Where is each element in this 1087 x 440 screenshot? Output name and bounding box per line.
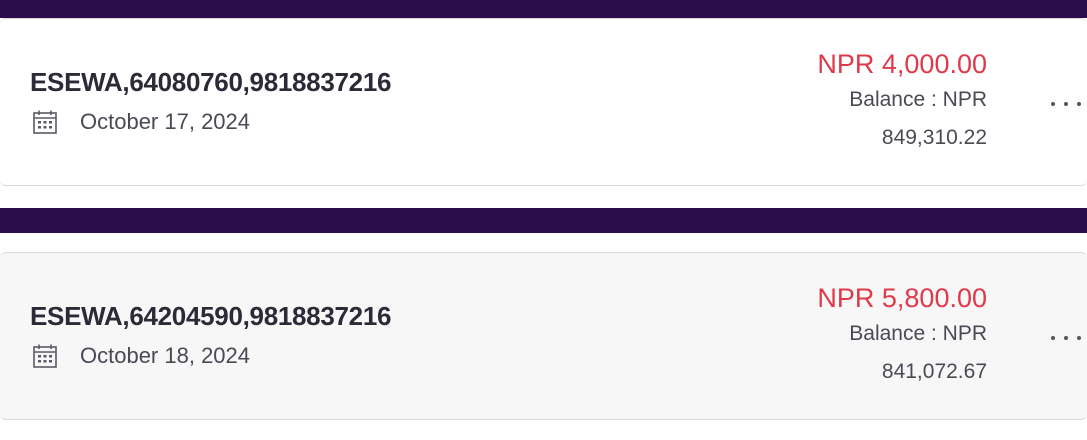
more-options-icon[interactable] [1051, 333, 1081, 343]
separator-band [0, 208, 1087, 233]
balance-label: Balance : NPR [849, 322, 987, 345]
transaction-card[interactable]: ESEWA,64080760,9818837216 October 17, 20… [0, 18, 1087, 186]
transaction-amount: NPR 4,000.00 [817, 49, 987, 79]
balance-value: 849,310.22 [881, 126, 987, 149]
more-options-icon[interactable] [1051, 99, 1081, 109]
header-band [0, 0, 1087, 18]
transaction-reference: ESEWA,64204590,9818837216 [30, 301, 392, 331]
transaction-date: October 18, 2024 [80, 343, 251, 368]
transaction-date-row: October 17, 2024 [32, 109, 250, 135]
transaction-reference: ESEWA,64080760,9818837216 [30, 67, 392, 97]
balance-label: Balance : NPR [849, 88, 987, 111]
transaction-amount-block: NPR 4,000.00 Balance : NPR 849,310.22 [817, 47, 987, 157]
transaction-date-row: October 18, 2024 [32, 343, 250, 369]
balance-value: 841,072.67 [881, 360, 987, 383]
calendar-icon [33, 110, 57, 134]
transaction-card[interactable]: ESEWA,64204590,9818837216 October 18, 20… [0, 252, 1087, 420]
transaction-amount: NPR 5,800.00 [817, 283, 987, 313]
transaction-date: October 17, 2024 [80, 109, 251, 134]
transaction-amount-block: NPR 5,800.00 Balance : NPR 841,072.67 [817, 281, 987, 391]
calendar-icon [33, 344, 57, 368]
